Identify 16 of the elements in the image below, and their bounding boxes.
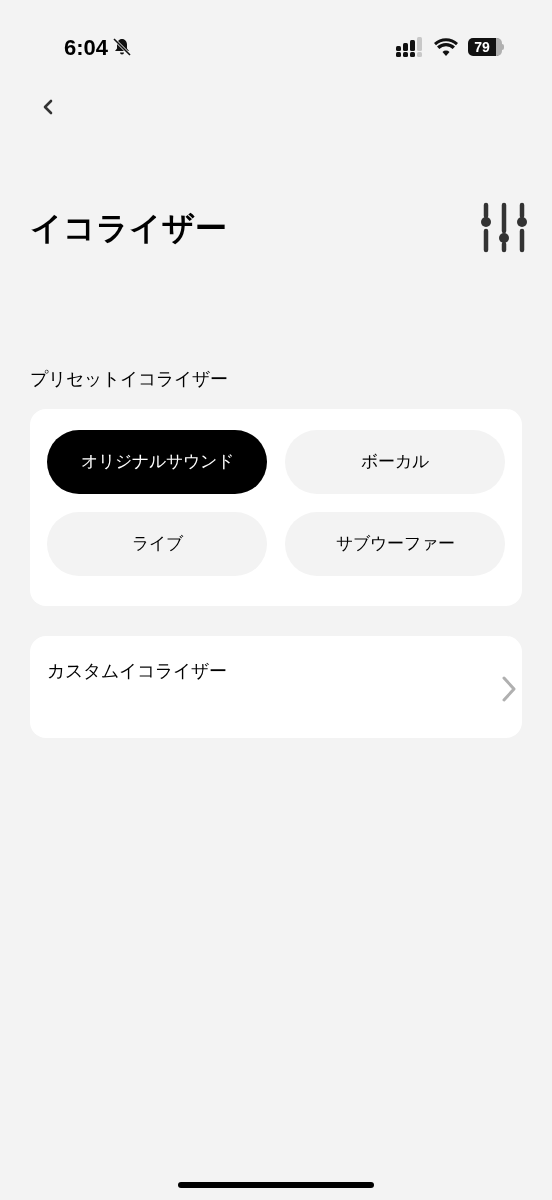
signal-icon [396, 37, 424, 57]
bell-slash-icon [112, 37, 133, 57]
preset-button[interactable]: サブウーファー [285, 512, 505, 576]
row-label: カスタムイコライザー [47, 660, 227, 683]
wifi-icon [434, 38, 458, 56]
sliders-icon[interactable] [480, 202, 528, 254]
section-label: プリセットイコライザー [30, 368, 229, 391]
battery-level: 79 [474, 40, 490, 54]
status-time: 6:04 [64, 33, 109, 62]
preset-button[interactable]: ボーカル [285, 430, 505, 494]
preset-button[interactable]: オリジナルサウンド [47, 430, 267, 494]
page-title: イコライザー [30, 209, 227, 248]
preset-button[interactable]: ライブ [47, 512, 267, 576]
chevron-right-icon [502, 676, 516, 702]
custom-equalizer-row[interactable]: カスタムイコライザー [30, 636, 522, 738]
back-icon[interactable] [42, 99, 54, 115]
